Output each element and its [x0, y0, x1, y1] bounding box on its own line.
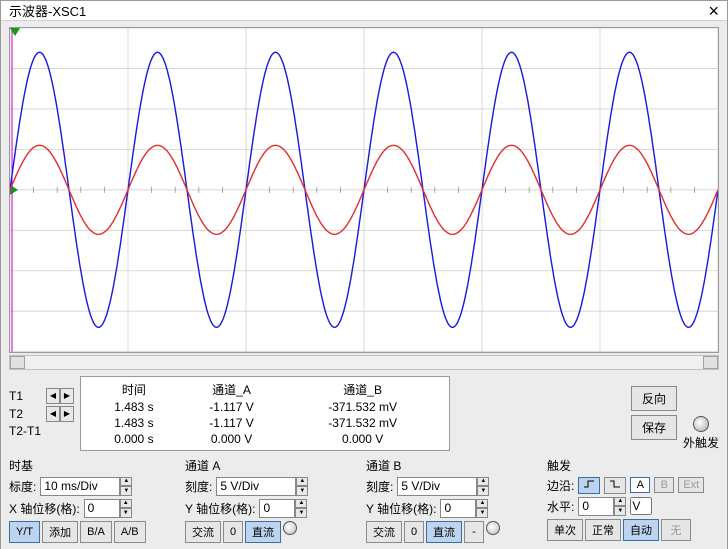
cha-scale-label: 刻度:	[185, 478, 212, 495]
chb-dc-button[interactable]: 直流	[426, 521, 462, 543]
table-row: 1.483 s -1.117 V -371.532 mV	[89, 416, 441, 430]
table-row: 1.483 s -1.117 V -371.532 mV	[89, 400, 441, 414]
save-button[interactable]: 保存	[631, 415, 677, 440]
channel-b-title: 通道 B	[366, 457, 541, 474]
cha-ac-button[interactable]: 交流	[185, 521, 221, 543]
t1-right-button[interactable]: ▶	[60, 388, 74, 404]
chb-scale-up[interactable]: ▲	[477, 477, 489, 487]
cha-scale-down[interactable]: ▼	[296, 486, 308, 496]
ext-trigger-port[interactable]	[693, 416, 709, 432]
mode-ba-button[interactable]: B/A	[80, 521, 112, 543]
measurement-table: 时间 通道_A 通道_B 1.483 s -1.117 V -371.532 m…	[80, 376, 450, 451]
chb-scale-label: 刻度:	[366, 478, 393, 495]
close-icon[interactable]: ×	[708, 2, 719, 20]
trigger-level-down[interactable]: ▼	[614, 506, 626, 516]
cursor-controls: T1 ◀▶ T2 ◀▶ T2-T1	[9, 376, 74, 451]
t2-right-button[interactable]: ▶	[60, 406, 74, 422]
chb-scale-down[interactable]: ▼	[477, 486, 489, 496]
chb-input-port[interactable]	[486, 521, 500, 535]
cursor-diff-label: T2-T1	[9, 424, 43, 438]
mode-ab-button[interactable]: A/B	[114, 521, 146, 543]
meas-header-cha: 通道_A	[181, 381, 282, 398]
timebase-scale-input[interactable]	[40, 477, 120, 496]
t1-left-button[interactable]: ◀	[46, 388, 60, 404]
reverse-button[interactable]: 反向	[631, 386, 677, 411]
channel-a-title: 通道 A	[185, 457, 360, 474]
trigger-single-button[interactable]: 单次	[547, 519, 583, 541]
cursor-t1-label: T1	[9, 389, 43, 403]
timebase-xoffset-down[interactable]: ▼	[120, 508, 132, 518]
trigger-src-ext-button[interactable]: Ext	[678, 477, 704, 493]
timebase-scale-label: 标度:	[9, 478, 36, 495]
window-title: 示波器-XSC1	[9, 1, 86, 20]
timebase-xoffset-input[interactable]	[84, 499, 120, 518]
table-row: 0.000 s 0.000 V 0.000 V	[89, 432, 441, 446]
cha-scale-input[interactable]	[216, 477, 296, 496]
time-scrollbar[interactable]	[9, 355, 719, 370]
trigger-level-unit[interactable]	[630, 497, 652, 515]
ext-trigger-label: 外触发	[683, 434, 719, 451]
timebase-xoffset-up[interactable]: ▲	[120, 499, 132, 509]
chb-zero-button[interactable]: 0	[404, 521, 424, 543]
trigger-normal-button[interactable]: 正常	[585, 519, 621, 541]
timebase-scale-down[interactable]: ▼	[120, 486, 132, 496]
mode-yt-button[interactable]: Y/T	[9, 521, 40, 543]
chb-minus-button[interactable]: -	[464, 521, 484, 543]
chb-yoffset-label: Y 轴位移(格):	[366, 500, 436, 517]
cha-yoffset-down[interactable]: ▼	[295, 508, 307, 518]
meas-header-chb: 通道_B	[284, 381, 441, 398]
cha-input-port[interactable]	[283, 521, 297, 535]
cha-yoffset-input[interactable]	[259, 499, 295, 518]
trigger-edge-rise-button[interactable]	[578, 477, 600, 494]
timebase-title: 时基	[9, 457, 179, 474]
trigger-level-up[interactable]: ▲	[614, 497, 626, 507]
chb-scale-input[interactable]	[397, 477, 477, 496]
timebase-scale-up[interactable]: ▲	[120, 477, 132, 487]
trigger-auto-button[interactable]: 自动	[623, 519, 659, 541]
trigger-src-b-button[interactable]: B	[654, 477, 674, 493]
mode-add-button[interactable]: 添加	[42, 521, 78, 543]
trigger-edge-fall-button[interactable]	[604, 477, 626, 494]
chb-yoffset-up[interactable]: ▲	[476, 499, 488, 509]
cursor-t2-label: T2	[9, 407, 43, 421]
t2-left-button[interactable]: ◀	[46, 406, 60, 422]
cha-scale-up[interactable]: ▲	[296, 477, 308, 487]
cha-dc-button[interactable]: 直流	[245, 521, 281, 543]
trigger-edge-label: 边沿:	[547, 477, 574, 494]
oscilloscope-screen[interactable]	[9, 27, 719, 353]
timebase-xoffset-label: X 轴位移(格):	[9, 500, 80, 517]
trigger-level-input[interactable]	[578, 497, 614, 516]
cha-zero-button[interactable]: 0	[223, 521, 243, 543]
trigger-src-a-button[interactable]: A	[630, 477, 650, 493]
chb-yoffset-input[interactable]	[440, 499, 476, 518]
chb-ac-button[interactable]: 交流	[366, 521, 402, 543]
meas-header-time: 时间	[89, 381, 179, 398]
trigger-level-label: 水平:	[547, 498, 574, 515]
cha-yoffset-up[interactable]: ▲	[295, 499, 307, 509]
chb-yoffset-down[interactable]: ▼	[476, 508, 488, 518]
trigger-none-button[interactable]: 无	[661, 519, 691, 541]
cha-yoffset-label: Y 轴位移(格):	[185, 500, 255, 517]
trigger-title: 触发	[547, 457, 719, 474]
